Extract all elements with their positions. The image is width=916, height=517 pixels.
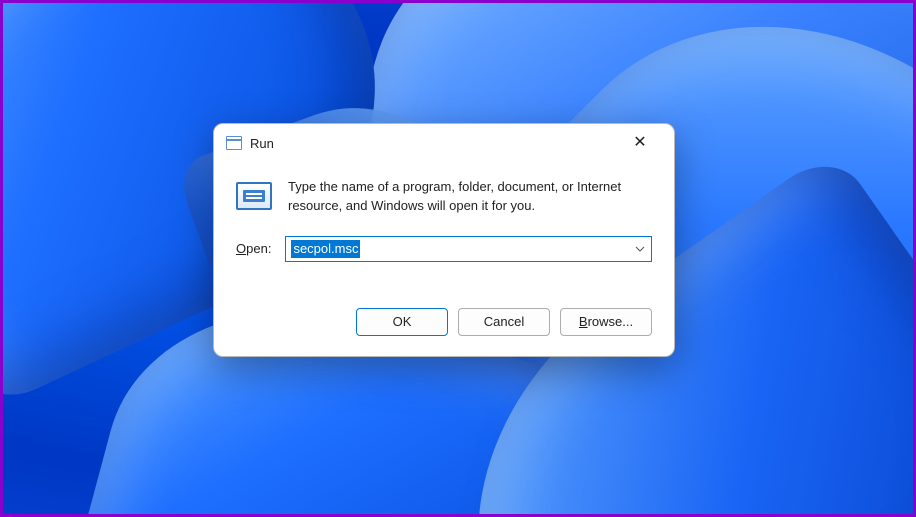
titlebar[interactable]: Run ✕	[214, 124, 674, 162]
button-row: OK Cancel Browse...	[214, 292, 674, 356]
combobox-dropdown-button[interactable]	[629, 237, 651, 261]
dialog-title: Run	[250, 136, 618, 151]
browse-button[interactable]: Browse...	[560, 308, 652, 336]
close-icon: ✕	[633, 135, 646, 151]
open-combobox[interactable]: secpol.msc	[285, 236, 652, 262]
open-input[interactable]	[286, 237, 629, 261]
close-button[interactable]: ✕	[618, 128, 662, 158]
run-dialog: Run ✕ Type the name of a program, folder…	[213, 123, 675, 357]
chevron-down-icon	[635, 244, 645, 254]
run-titlebar-icon	[226, 136, 242, 150]
dialog-description: Type the name of a program, folder, docu…	[288, 178, 652, 216]
cancel-button[interactable]: Cancel	[458, 308, 550, 336]
ok-button[interactable]: OK	[356, 308, 448, 336]
run-program-icon	[236, 182, 272, 210]
open-label: Open:	[236, 241, 271, 256]
